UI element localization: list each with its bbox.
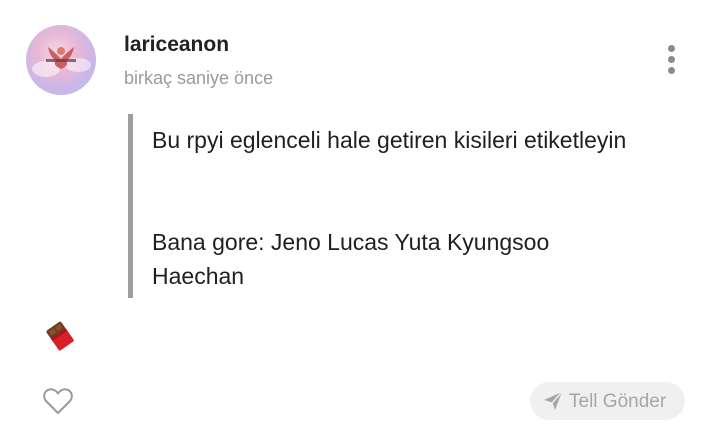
more-vertical-icon — [668, 56, 675, 63]
quote-paragraph: Bana gore: Jeno Lucas Yuta Kyungsoo Haec… — [152, 229, 550, 289]
more-vertical-icon — [668, 67, 675, 74]
avatar[interactable] — [26, 25, 96, 95]
timestamp: birkaç saniye önce — [124, 68, 274, 88]
chocolate-bar-icon — [44, 320, 76, 352]
cherub-emblem-icon — [32, 47, 91, 77]
like-button[interactable] — [42, 386, 74, 416]
comment-card: lariceanon birkaç saniye önce Bu rpyi eg… — [0, 0, 720, 438]
quote-paragraph: Bu rpyi eglenceli hale getiren kisileri … — [152, 127, 627, 153]
more-options-button[interactable] — [660, 40, 684, 80]
more-vertical-icon — [668, 45, 675, 52]
username[interactable]: lariceanon — [124, 33, 229, 57]
heart-outline-icon — [43, 388, 73, 414]
send-tip-label: Tell Gönder — [569, 391, 667, 412]
paper-plane-icon — [544, 391, 563, 410]
send-tip-button[interactable]: Tell Gönder — [530, 382, 685, 420]
quote-block: Bu rpyi eglenceli hale getiren kisileri … — [128, 114, 653, 298]
